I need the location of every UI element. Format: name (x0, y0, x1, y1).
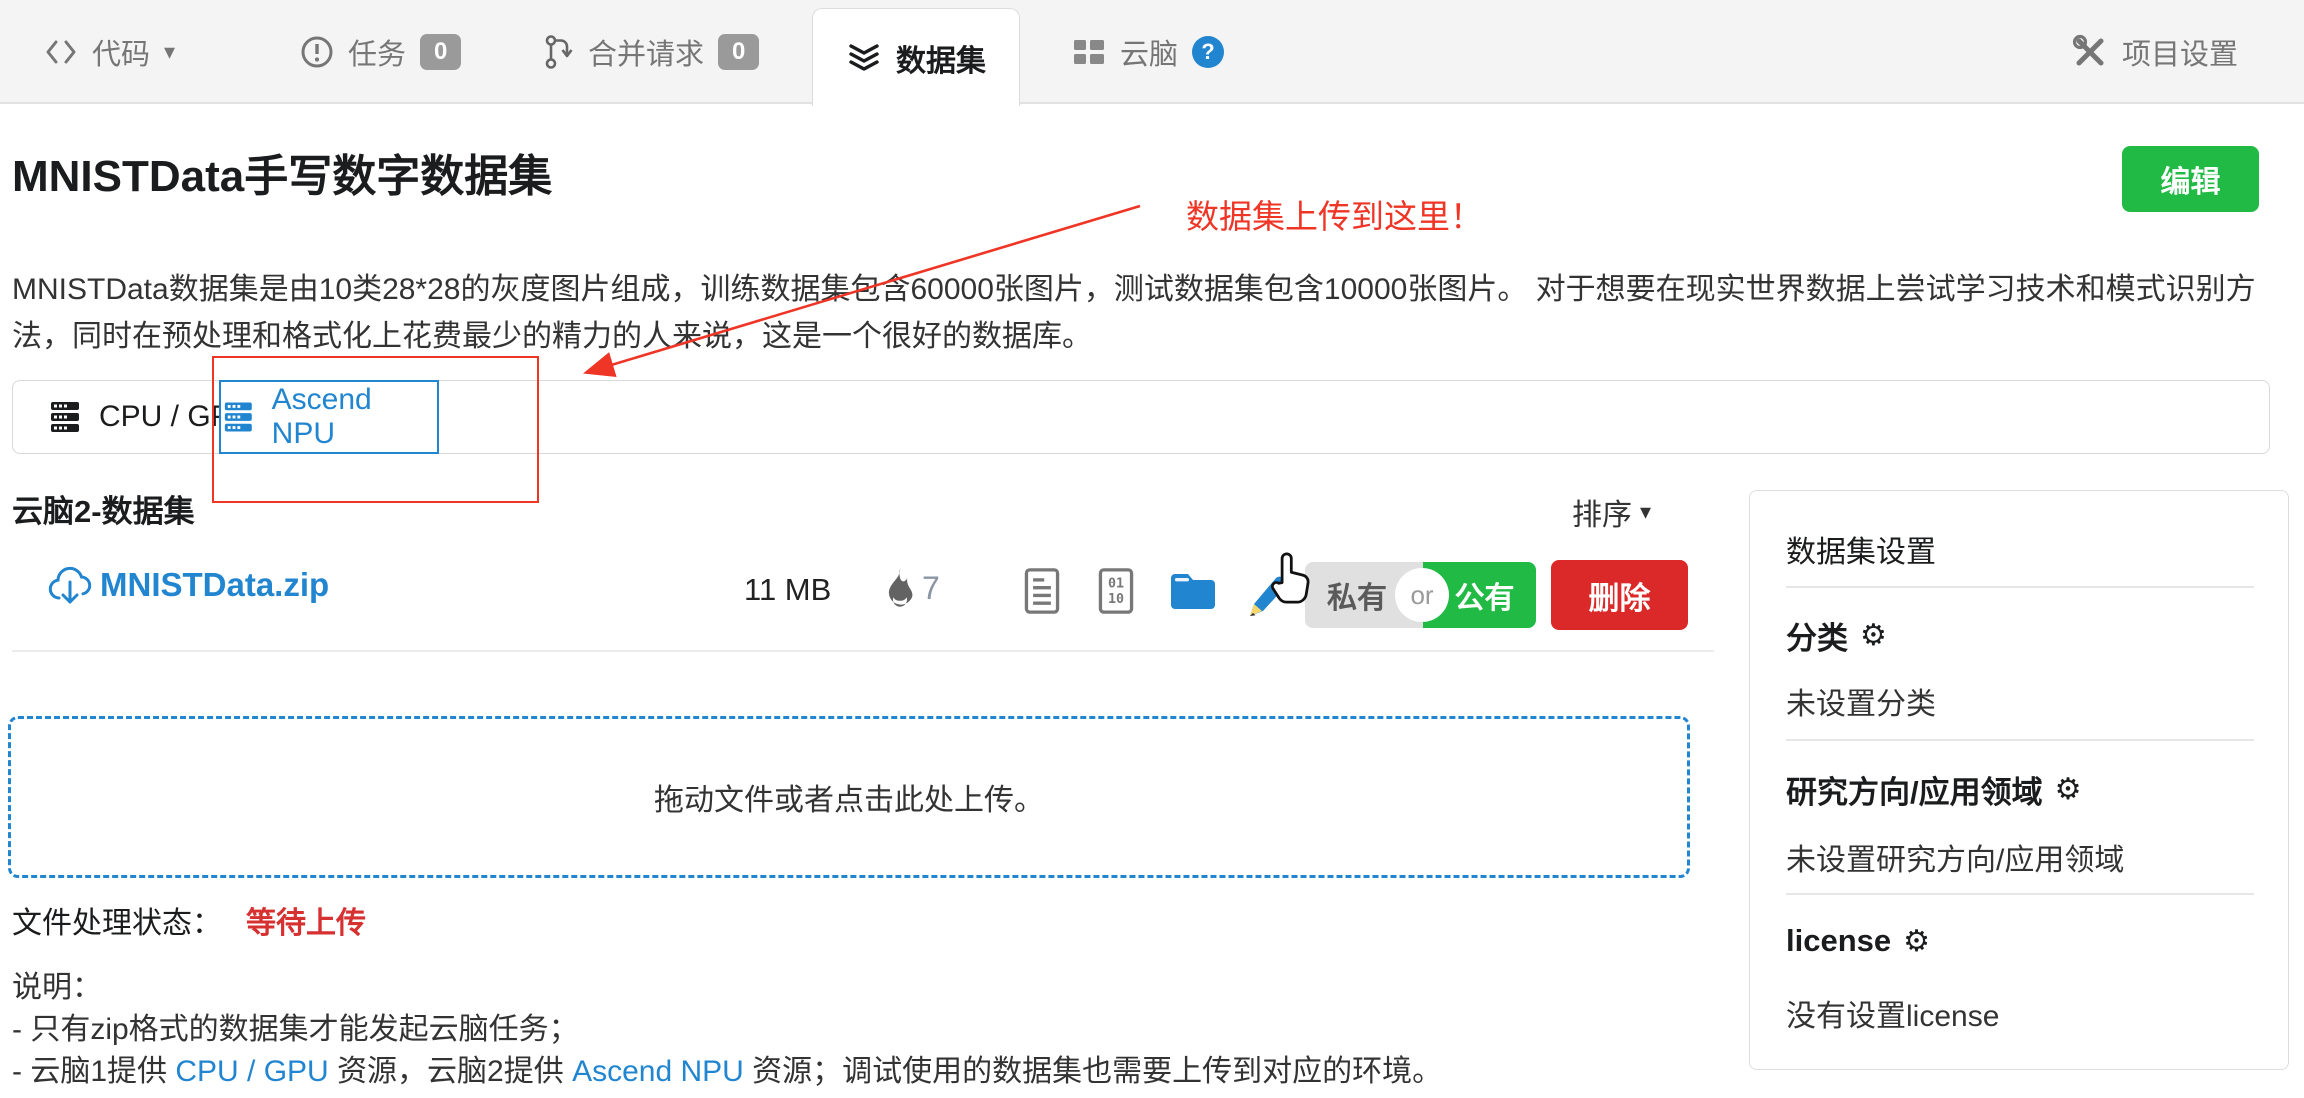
issue-icon (300, 35, 334, 69)
upload-dropzone[interactable]: 拖动文件或者点击此处上传。 (8, 716, 1690, 878)
svg-text:10: 10 (1108, 592, 1124, 607)
dataset-settings-card: 数据集设置 分类 ⚙ 未设置分类 研究方向/应用领域 ⚙ 未设置研究方向/应用领… (1749, 490, 2289, 1070)
license-value: 没有设置license (1786, 991, 1999, 1035)
gear-icon[interactable]: ⚙ (1860, 618, 1887, 653)
license-heading: license ⚙ (1786, 923, 1930, 959)
nav-project-settings[interactable]: 项目设置 (2072, 0, 2238, 104)
help-icon[interactable]: ? (1192, 36, 1224, 68)
research-field-value: 未设置研究方向/应用领域 (1786, 835, 2124, 879)
server-icon-blue (221, 399, 256, 435)
gear-icon[interactable]: ⚙ (1903, 924, 1930, 959)
nav-merge-label: 合并请求 (588, 31, 704, 73)
top-navbar: 代码 ▾ 任务 0 合并请求 0 (0, 0, 2304, 104)
env-tab-bar: CPU / GPU Ascend NPU (12, 380, 2270, 454)
svg-text:01: 01 (1108, 577, 1124, 592)
nav-cloudbrain[interactable]: 云脑 ? (1072, 0, 1224, 104)
cloud-download-icon (46, 562, 94, 610)
research-field-label: 研究方向/应用领域 (1786, 767, 2043, 812)
code-icon (44, 38, 78, 66)
page-title: MNISTData手写数字数据集 (12, 140, 552, 204)
section-title: 云脑2-数据集 (12, 486, 195, 531)
sidebar-title: 数据集设置 (1786, 527, 1936, 571)
nav-code-label: 代码 (92, 31, 150, 73)
server-icon (47, 399, 83, 435)
file-status-line: 文件处理状态： 等待上传 (12, 898, 366, 942)
sidebar-divider (1786, 739, 2254, 741)
download-count: 7 (922, 570, 940, 607)
chevron-down-icon: ▾ (164, 39, 175, 65)
nav-code[interactable]: 代码 ▾ (44, 0, 175, 104)
folder-icon[interactable] (1168, 570, 1218, 612)
notes-line-2: - 云脑1提供 CPU / GPU 资源，云脑2提供 Ascend NPU 资源… (12, 1046, 1442, 1090)
sort-dropdown[interactable]: 排序 ▾ (1572, 490, 1651, 534)
sort-label: 排序 (1572, 490, 1632, 534)
status-label: 文件处理状态： (12, 907, 222, 940)
notes-line2-mid: 资源，云脑2提供 (329, 1055, 572, 1088)
nav-issues[interactable]: 任务 0 (300, 0, 461, 104)
dataset-page: 代码 ▾ 任务 0 合并请求 0 (0, 0, 2304, 1098)
cpu-gpu-link[interactable]: CPU / GPU (175, 1055, 328, 1088)
gear-icon[interactable]: ⚙ (2055, 772, 2082, 807)
file-link[interactable]: MNISTData.zip (100, 566, 329, 604)
research-field-heading: 研究方向/应用领域 ⚙ (1786, 767, 2082, 812)
file-binary-icon[interactable]: 01 10 (1096, 566, 1136, 616)
edit-button[interactable]: 编辑 (2122, 146, 2259, 212)
nav-dataset-label: 数据集 (896, 36, 986, 80)
notes-line-1: - 只有zip格式的数据集才能发起云脑任务； (12, 1004, 579, 1048)
notes-line2-prefix: - 云脑1提供 (12, 1055, 175, 1088)
file-size: 11 MB (744, 572, 831, 608)
notes-line2-suffix: 资源；调试使用的数据集也需要上传到对应的环境。 (744, 1055, 1442, 1088)
sidebar-divider (1786, 893, 2254, 895)
merge-request-icon (544, 34, 574, 70)
dataset-description: MNISTData数据集是由10类28*28的灰度图片组成，训练数据集包含600… (12, 266, 2294, 360)
category-heading: 分类 ⚙ (1786, 613, 1887, 658)
chevron-down-icon: ▾ (1640, 499, 1651, 525)
annotation-note: 数据集上传到这里！ (1186, 190, 1483, 238)
tools-icon (2072, 34, 2108, 70)
tab-ascend-npu-label: Ascend NPU (272, 383, 437, 451)
cloudbrain-grid-icon (1072, 37, 1106, 67)
nav-merge-requests[interactable]: 合并请求 0 (544, 0, 759, 104)
visibility-toggle: 私有 公有 or (1305, 562, 1536, 628)
category-value: 未设置分类 (1786, 679, 1936, 723)
delete-button[interactable]: 删除 (1551, 560, 1688, 630)
nav-tab-dataset[interactable]: 数据集 (812, 8, 1020, 106)
issues-count-badge: 0 (420, 34, 461, 70)
nav-issues-label: 任务 (348, 31, 406, 73)
file-text-icon[interactable] (1022, 566, 1062, 616)
ascend-npu-link[interactable]: Ascend NPU (572, 1055, 744, 1088)
toggle-or-circle: or (1395, 568, 1449, 622)
license-label: license (1786, 923, 1891, 959)
nav-settings-label: 项目设置 (2122, 31, 2238, 73)
hand-cursor (1266, 548, 1312, 608)
sidebar-divider (1786, 586, 2254, 588)
notes-title: 说明： (12, 962, 102, 1006)
status-value: 等待上传 (246, 907, 366, 940)
merge-count-badge: 0 (718, 34, 759, 70)
file-row-divider (12, 650, 1714, 652)
downloads-flame-icon (878, 566, 922, 614)
dataset-layers-icon (846, 41, 882, 75)
category-label: 分类 (1786, 613, 1848, 658)
tab-ascend-npu[interactable]: Ascend NPU (219, 380, 439, 454)
nav-cloudbrain-label: 云脑 (1120, 31, 1178, 73)
dropzone-text: 拖动文件或者点击此处上传。 (654, 775, 1044, 819)
